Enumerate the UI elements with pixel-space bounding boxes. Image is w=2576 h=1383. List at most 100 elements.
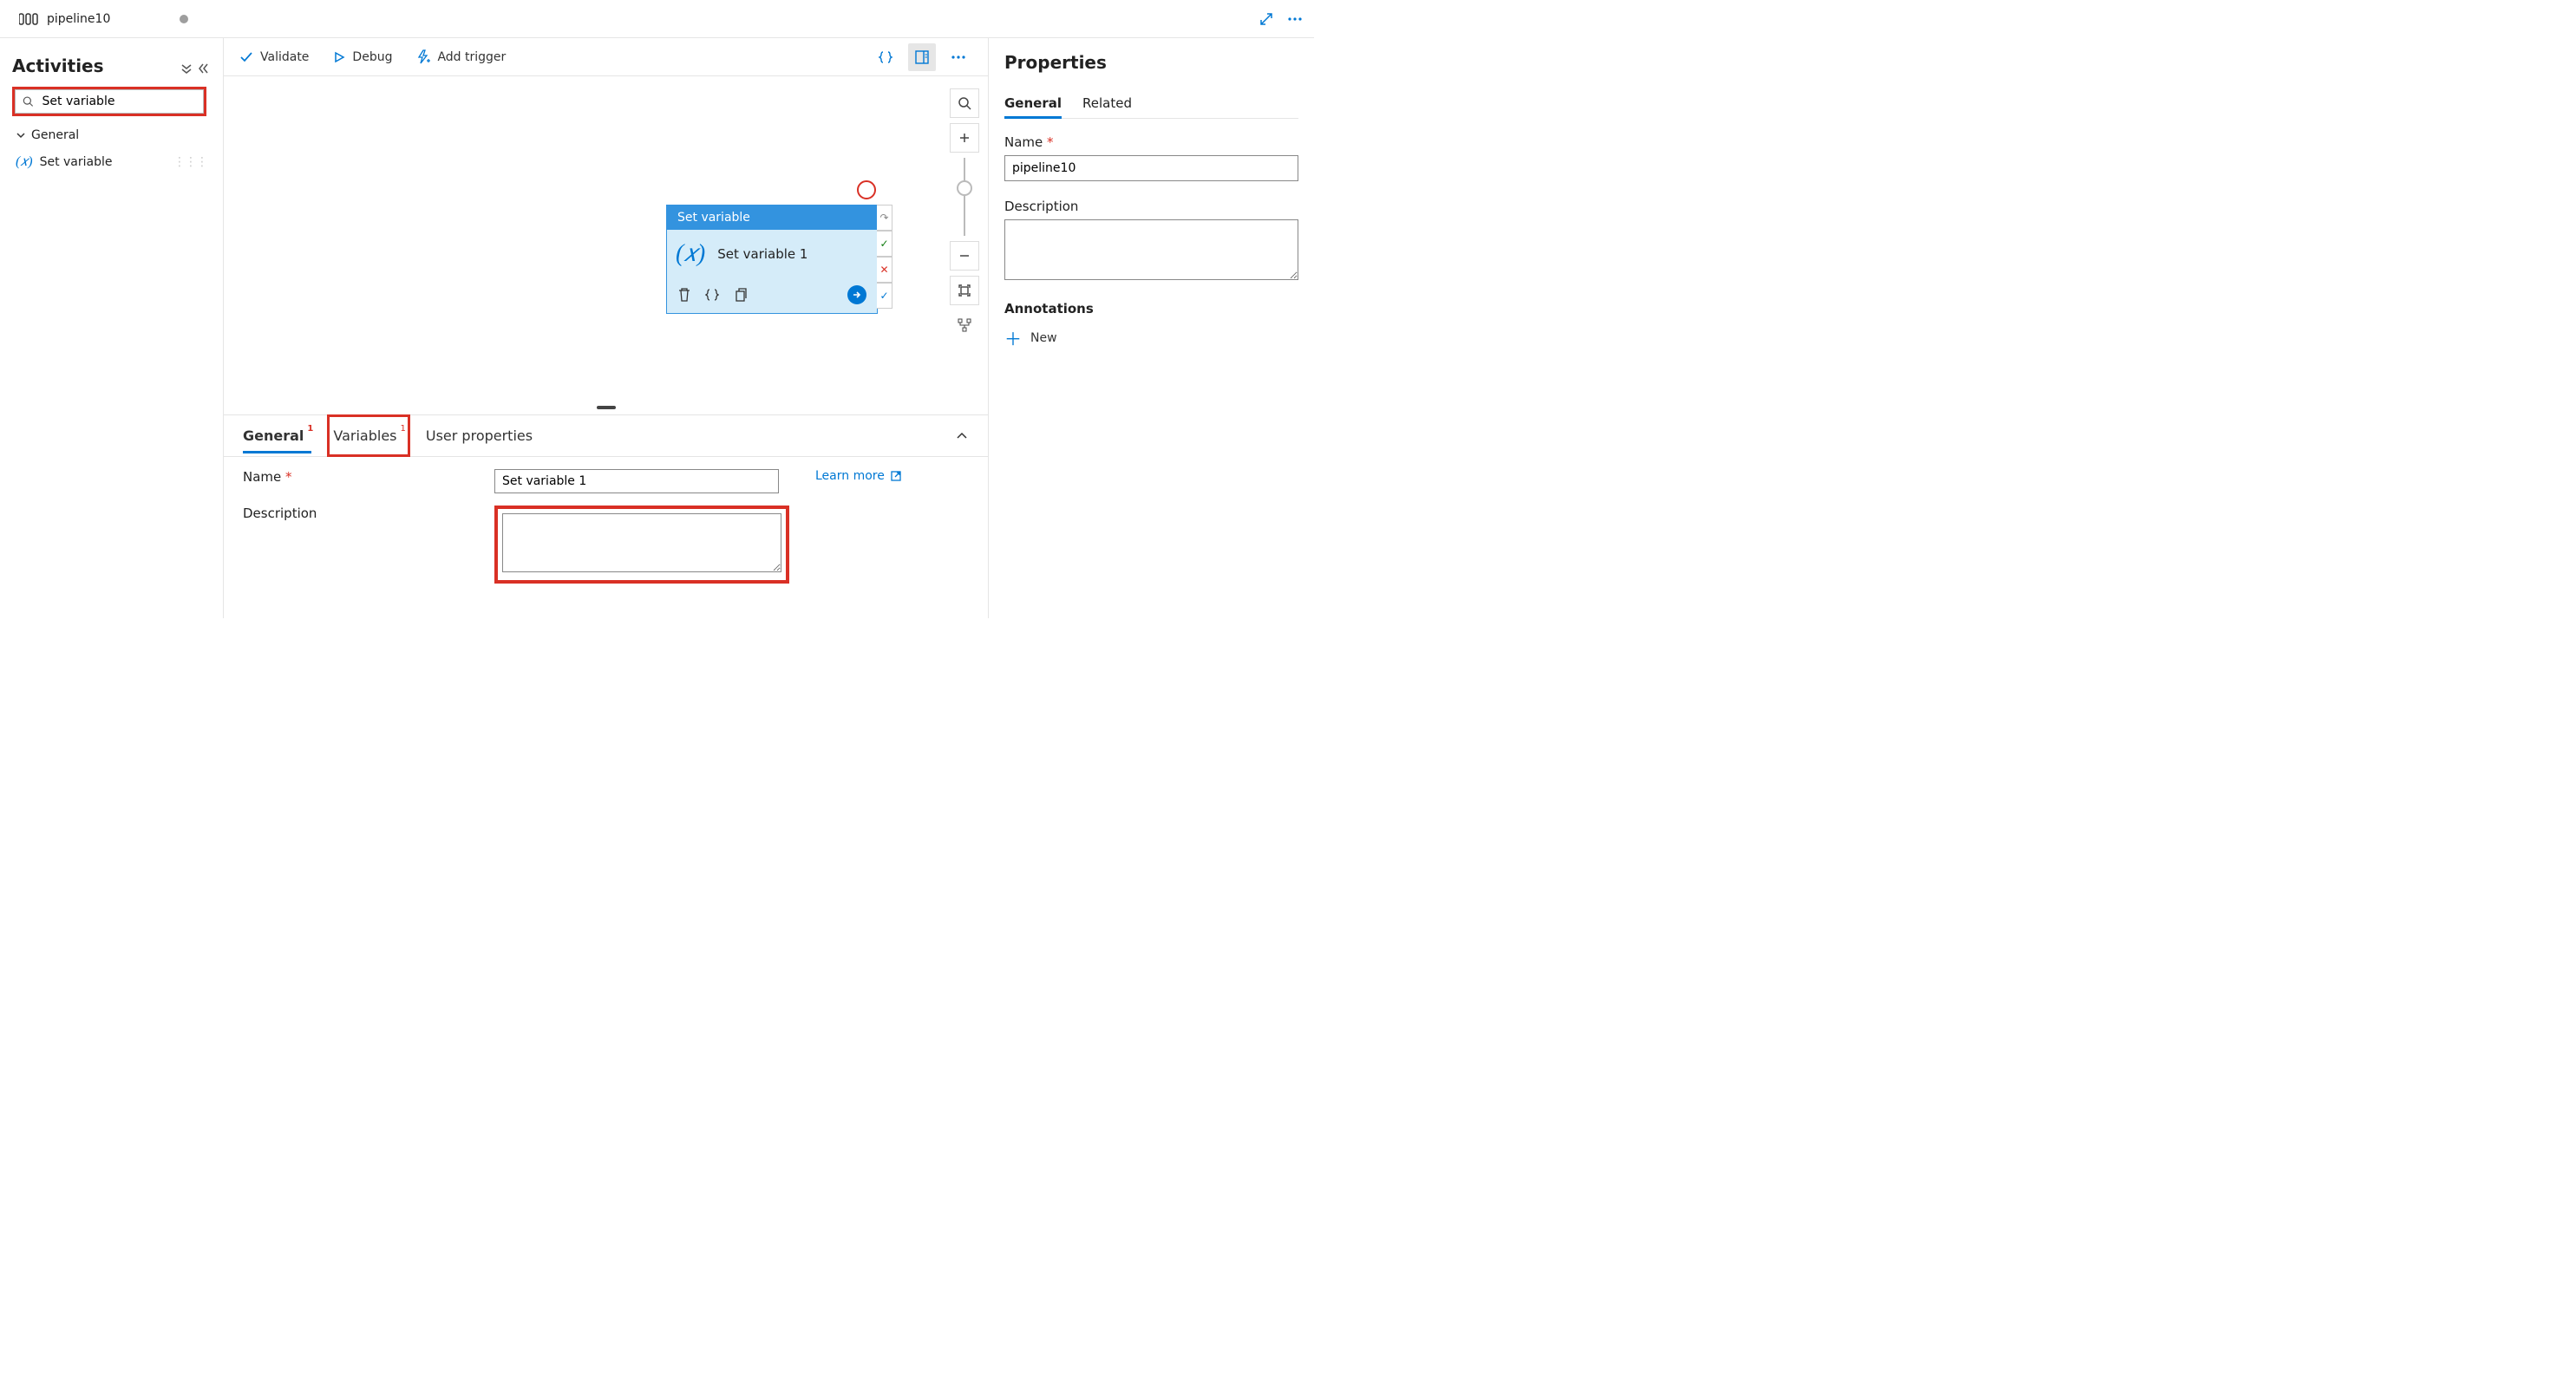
connector-failure-icon[interactable]: ✕	[877, 257, 892, 283]
tab-variables[interactable]: Variables 1	[333, 419, 404, 453]
group-general[interactable]: General	[12, 121, 211, 149]
tab-general[interactable]: General 1	[243, 419, 311, 453]
drag-handle-icon[interactable]: ⋮⋮⋮	[173, 155, 207, 169]
chevron-double-left-icon[interactable]	[197, 62, 211, 75]
plus-icon	[958, 132, 971, 144]
check-icon	[239, 50, 253, 64]
tab-variables-badge: 1	[401, 424, 406, 434]
description-label: Description	[243, 506, 468, 521]
add-trigger-label: Add trigger	[437, 50, 506, 64]
properties-panel-icon	[914, 49, 930, 65]
more-horizontal-icon	[1286, 12, 1304, 26]
tab-general-badge: 1	[307, 424, 313, 434]
activity-set-variable[interactable]: (𝑥) Set variable ⋮⋮⋮	[12, 149, 211, 175]
add-trigger-button[interactable]: Add trigger	[416, 49, 506, 65]
play-icon	[333, 51, 345, 63]
node-title: Set variable	[667, 205, 877, 230]
plus-icon: ＋	[1004, 325, 1022, 350]
properties-toggle-button[interactable]	[908, 43, 936, 71]
fit-icon	[958, 284, 971, 297]
arrow-right-button[interactable]	[847, 285, 866, 304]
code-view-button[interactable]	[872, 43, 899, 71]
node-connector-badges: ↷ ✓ ✕ ✓	[877, 205, 892, 309]
activity-name-input[interactable]	[494, 469, 779, 493]
braces-icon[interactable]	[705, 288, 719, 302]
braces-icon	[878, 49, 893, 65]
toolbar-more-button[interactable]	[945, 43, 972, 71]
external-link-icon	[890, 470, 902, 482]
layout-icon	[957, 317, 972, 333]
zoom-out-button[interactable]	[950, 241, 979, 271]
annotations-label: Annotations	[1004, 301, 1298, 316]
activity-description-input[interactable]	[502, 513, 781, 572]
zoom-track	[964, 201, 965, 236]
tab-user-properties[interactable]: User properties	[426, 419, 533, 453]
props-name-label: Name *	[1004, 134, 1298, 150]
activity-settings-panel: General 1 Variables 1 User properties	[224, 414, 988, 618]
pipeline-tab-label: pipeline10	[47, 12, 110, 26]
properties-title: Properties	[1004, 52, 1298, 73]
annotation-circle	[857, 180, 876, 199]
lightning-plus-icon	[416, 49, 430, 65]
arrow-right-icon	[852, 290, 862, 300]
chevron-down-icon	[16, 130, 26, 140]
editor-toolbar: Validate Debug Add trigger	[224, 38, 988, 76]
pipeline-name-input[interactable]	[1004, 155, 1298, 181]
validate-button[interactable]: Validate	[239, 50, 309, 64]
fit-button[interactable]	[950, 276, 979, 305]
tab-variables-highlight: Variables 1	[327, 414, 410, 457]
zoom-in-button[interactable]	[950, 123, 979, 153]
pipeline-description-input[interactable]	[1004, 219, 1298, 280]
pipeline-icon	[19, 12, 38, 26]
variable-icon: (𝑥)	[16, 154, 33, 170]
activity-label: Set variable	[40, 155, 113, 169]
props-tab-general[interactable]: General	[1004, 88, 1062, 118]
zoom-slider-knob[interactable]	[957, 180, 972, 196]
copy-icon[interactable]	[733, 287, 747, 303]
connector-success-icon[interactable]: ✓	[877, 231, 892, 257]
name-label: Name *	[243, 469, 468, 485]
props-description-label: Description	[1004, 199, 1298, 214]
properties-panel: Properties General Related Name * Descri…	[988, 38, 1314, 618]
canvas-search-button[interactable]	[950, 88, 979, 118]
tab-user-properties-label: User properties	[426, 427, 533, 444]
connector-completion-icon[interactable]: ✓	[877, 283, 892, 309]
debug-button[interactable]: Debug	[333, 50, 392, 64]
add-annotation-button[interactable]: ＋ New	[1004, 325, 1298, 350]
search-icon	[23, 95, 34, 108]
titlebar: pipeline10	[0, 0, 1314, 38]
tab-general-label: General	[243, 427, 304, 444]
collapse-panel-button[interactable]	[955, 429, 969, 443]
activities-title: Activities	[12, 55, 104, 76]
connector-undo-icon[interactable]: ↷	[877, 205, 892, 231]
group-label: General	[31, 128, 79, 142]
minus-icon	[958, 250, 971, 262]
unsaved-indicator-icon	[180, 15, 188, 23]
node-name: Set variable 1	[717, 246, 807, 262]
more-horizontal-icon	[950, 50, 967, 64]
variable-icon: (𝑥)	[676, 240, 705, 268]
expand-window-icon[interactable]	[1259, 11, 1274, 27]
chevron-double-down-icon[interactable]	[180, 62, 193, 75]
learn-more-label: Learn more	[815, 469, 885, 483]
learn-more-link[interactable]: Learn more	[815, 469, 902, 483]
activity-search-input[interactable]	[41, 94, 196, 109]
activity-search-highlight	[12, 87, 206, 116]
tab-variables-label: Variables	[333, 427, 396, 444]
validate-label: Validate	[260, 50, 309, 64]
split-handle[interactable]	[224, 406, 988, 414]
delete-icon[interactable]	[677, 287, 691, 303]
pipeline-canvas[interactable]: Set variable (𝑥) Set variable 1	[224, 76, 988, 406]
canvas-tool-rail	[950, 88, 979, 340]
auto-layout-button[interactable]	[950, 310, 979, 340]
search-icon	[958, 96, 971, 110]
activity-node-set-variable[interactable]: Set variable (𝑥) Set variable 1	[666, 205, 878, 314]
pipeline-tab[interactable]: pipeline10	[10, 0, 197, 37]
props-tab-related[interactable]: Related	[1082, 88, 1132, 118]
description-highlight	[494, 506, 789, 584]
chevron-up-icon	[955, 429, 969, 443]
titlebar-more-button[interactable]	[1286, 12, 1304, 26]
debug-label: Debug	[352, 50, 392, 64]
activities-sidebar: Activities General (𝑥) Set variable	[0, 38, 224, 618]
add-annotation-label: New	[1030, 331, 1057, 345]
